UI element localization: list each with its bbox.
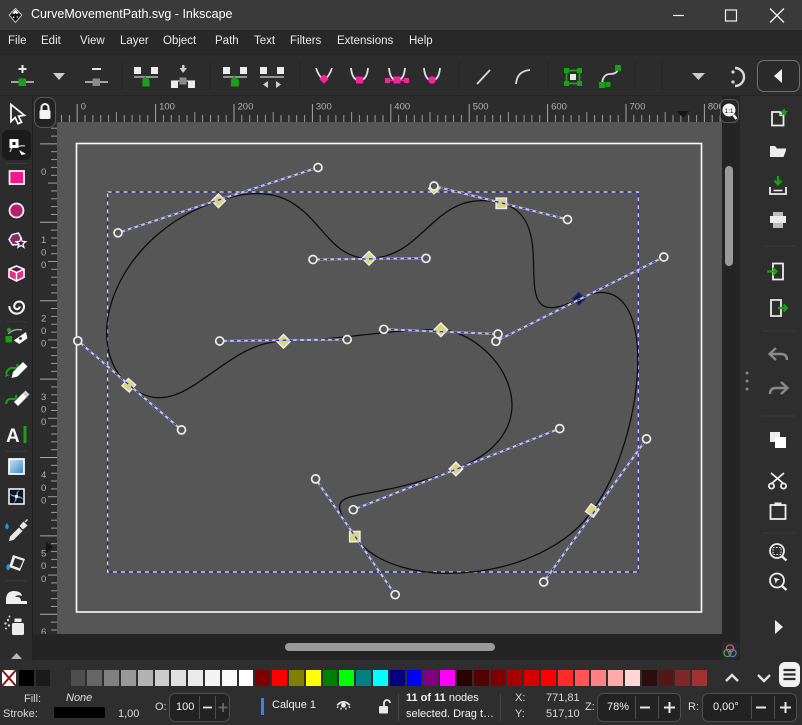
svg-text:0: 0 bbox=[41, 167, 46, 178]
svg-text:0: 0 bbox=[41, 326, 46, 337]
svg-text:0: 0 bbox=[81, 102, 86, 113]
svg-text:0: 0 bbox=[41, 339, 46, 350]
svg-text:0: 0 bbox=[41, 561, 46, 572]
svg-text:0: 0 bbox=[41, 404, 46, 415]
svg-text:6: 6 bbox=[41, 627, 46, 634]
svg-text:A: A bbox=[6, 426, 20, 447]
svg-text:0: 0 bbox=[41, 483, 46, 494]
svg-text:1: 1 bbox=[41, 235, 46, 246]
svg-text:300: 300 bbox=[316, 102, 332, 113]
svg-text:0: 0 bbox=[41, 574, 46, 585]
svg-text:4: 4 bbox=[41, 470, 46, 481]
svg-text:2: 2 bbox=[41, 313, 46, 324]
svg-text:0: 0 bbox=[41, 248, 46, 259]
svg-text:200: 200 bbox=[238, 102, 254, 113]
svg-text:5: 5 bbox=[41, 549, 46, 560]
svg-text:500: 500 bbox=[473, 102, 489, 113]
svg-text:600: 600 bbox=[551, 102, 567, 113]
svg-text:700: 700 bbox=[630, 102, 646, 113]
svg-text:400: 400 bbox=[394, 102, 410, 113]
svg-text:100: 100 bbox=[159, 102, 175, 113]
svg-text:1:1: 1:1 bbox=[725, 108, 734, 115]
svg-text:0: 0 bbox=[41, 417, 46, 428]
svg-text:3: 3 bbox=[41, 392, 46, 403]
svg-text:0: 0 bbox=[41, 495, 46, 506]
svg-text:0: 0 bbox=[41, 260, 46, 271]
